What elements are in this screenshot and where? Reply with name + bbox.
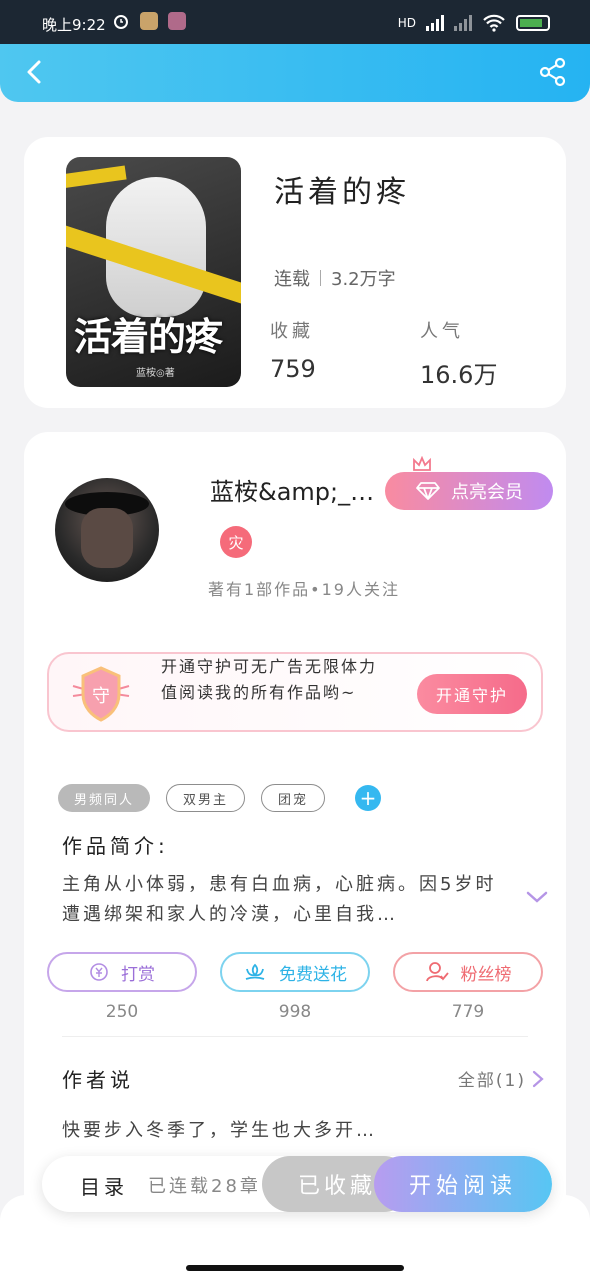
reward-action: 打赏 250 [47,952,197,1022]
author-say-text[interactable]: 快要步入冬季了，学生也大多开… [62,1116,377,1142]
status-time: 晚上9:22 [42,16,106,34]
author-detail-card: 蓝桉&amp;_… 点亮会员 灾 著有1部作品•19人关注 守 开通守护可无广告… [24,432,566,1232]
guard-promo-banner[interactable]: 守 开通守护可无广告无限体力值阅读我的所有作品哟~ 开通守护 [47,652,543,732]
popularity-stat: 人气 16.6万 [420,317,497,390]
vip-activate-button[interactable]: 点亮会员 [385,472,553,510]
share-icon[interactable] [538,57,568,87]
reward-count: 250 [105,1002,139,1022]
cover-author-art: 蓝桉◎著 [136,368,175,379]
add-tag-button[interactable]: + [355,785,382,811]
open-guard-button[interactable]: 开通守护 [417,674,527,714]
tag-item[interactable]: 双男主 [166,784,246,812]
signal-icon [426,15,444,31]
tag-item[interactable]: 男频同人 [58,784,151,812]
intro-text: 主角从小体弱，患有白血病，心脏病。因5岁时遭遇绑架和家人的冷漠，心里自我… [62,874,497,925]
flower-count: 998 [278,1002,312,1022]
author-level-badge: 灾 [220,526,252,558]
fans-action: 粉丝榜 779 [393,952,543,1022]
chapter-count[interactable]: 已连载28章 [148,1172,261,1198]
book-title: 活着的疼 [274,175,410,210]
chevron-down-icon[interactable] [526,890,548,904]
fans-label: 粉丝榜 [460,964,512,985]
diamond-icon [416,482,440,500]
author-say-all-label: 全部(1) [457,1071,526,1091]
book-status-row: 连载 3.2万字 [274,265,396,291]
send-flower-button[interactable]: 免费送花 [220,952,370,992]
top-nav-bar [0,44,590,102]
bottom-action-bar: 目录 已连载28章 已收藏 开始阅读 [42,1156,552,1212]
reward-label: 打赏 [121,964,155,985]
author-say-all-link[interactable]: 全部(1) [458,1066,544,1091]
action-row: 打赏 250 免费送花 998 粉丝榜 779 [47,952,543,1022]
alarm-icon [114,15,128,29]
app-notification-icon [140,12,158,30]
app-notification-icon [168,12,186,30]
favorites-value: 759 [270,355,316,383]
start-reading-button[interactable]: 开始阅读 [374,1156,552,1212]
flower-action: 免费送花 998 [220,952,370,1022]
flower-icon [245,963,265,980]
network-label: HD [397,16,416,30]
book-cover[interactable]: 活着的疼 蓝桉◎著 [66,157,241,387]
fans-ranking-button[interactable]: 粉丝榜 [393,952,543,992]
word-count: 3.2万字 [331,269,396,290]
wifi-icon [483,14,505,32]
coin-icon [90,963,108,981]
popularity-value: 16.6万 [420,361,498,389]
fans-icon [425,962,449,982]
flower-label: 免费送花 [279,964,347,985]
tag-item[interactable]: 团宠 [261,784,326,812]
back-arrow-icon[interactable] [20,57,50,87]
cover-tape [66,165,127,191]
crown-icon [413,456,431,471]
reward-button[interactable]: 打赏 [47,952,197,992]
author-meta: 著有1部作品•19人关注 [208,580,400,599]
author-avatar[interactable] [55,478,159,582]
fans-count: 779 [451,1002,485,1022]
intro-title: 作品简介: [62,834,169,858]
cover-title-art: 活着的疼 [74,314,223,359]
favorites-stat: 收藏 759 [270,317,316,383]
popularity-label: 人气 [420,321,464,342]
toc-button[interactable]: 目录 [80,1171,128,1200]
status-icons-left [112,12,186,30]
section-divider [62,1036,528,1037]
guard-promo-text: 开通守护可无广告无限体力值阅读我的所有作品哟~ [161,657,378,702]
battery-icon [516,15,550,31]
serial-status: 连载 [274,269,310,290]
avatar-figure [81,508,133,568]
guard-shield-icon: 守 [72,666,130,722]
chevron-right-icon [532,1070,544,1087]
home-indicator[interactable] [186,1265,404,1271]
status-icons-right: HD [398,14,550,32]
tag-list: 男频同人 双男主 团宠 + [58,784,382,812]
status-bar: 晚上9:22 HD [0,0,590,44]
guard-icon-text: 守 [92,686,110,707]
signal-off-icon [454,15,472,31]
book-info-card: 活着的疼 蓝桉◎著 活着的疼 连载 3.2万字 收藏 759 人气 16.6万 [24,137,566,408]
author-say-title: 作者说 [62,1068,134,1092]
author-name[interactable]: 蓝桉&amp;_… [210,472,374,507]
vip-button-label: 点亮会员 [451,482,523,503]
divider [320,270,321,286]
favorites-label: 收藏 [270,321,314,342]
